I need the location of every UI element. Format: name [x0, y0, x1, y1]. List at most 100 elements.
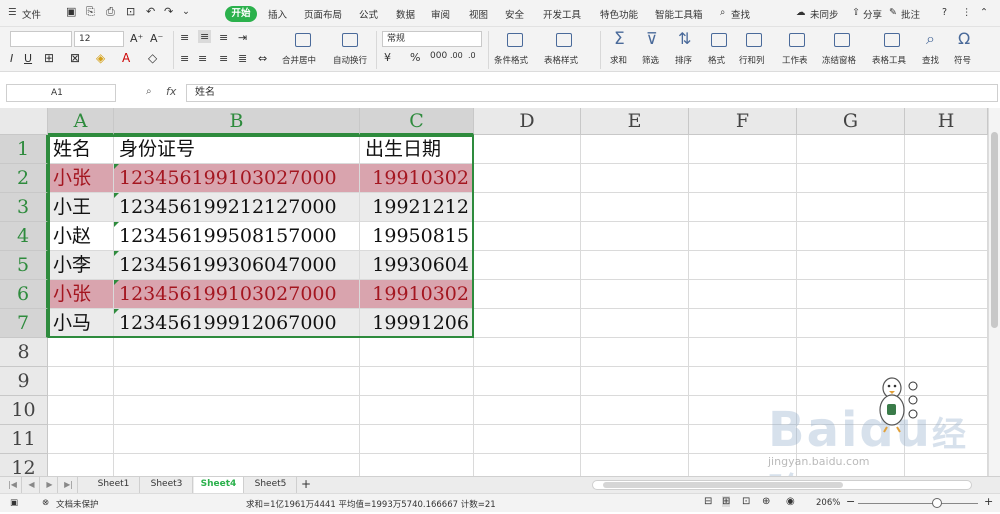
empty-cell[interactable]: [581, 425, 689, 454]
empty-cell[interactable]: [797, 338, 905, 367]
empty-cell[interactable]: [905, 193, 988, 222]
row-header[interactable]: 8: [0, 338, 48, 367]
empty-cell[interactable]: [114, 425, 360, 454]
menu-file[interactable]: 文件: [22, 7, 41, 21]
birth-cell[interactable]: 19991206: [360, 309, 474, 338]
empty-cell[interactable]: [797, 309, 905, 338]
add-sheet-button[interactable]: +: [298, 477, 314, 493]
cloud-icon[interactable]: ☁: [796, 7, 806, 18]
align-top-icon[interactable]: ≡: [180, 31, 189, 44]
empty-cell[interactable]: [797, 280, 905, 309]
align-left-icon[interactable]: ≡: [180, 52, 189, 65]
conditional-format-icon[interactable]: [507, 33, 523, 47]
birth-cell[interactable]: 19910302: [360, 280, 474, 309]
help-icon[interactable]: ?: [942, 7, 947, 18]
tab-developer[interactable]: 开发工具: [543, 7, 581, 21]
row-header[interactable]: 10: [0, 396, 48, 425]
format-button[interactable]: 格式: [708, 54, 725, 66]
empty-cell[interactable]: [689, 367, 797, 396]
id-cell[interactable]: 123456199103027000: [114, 280, 360, 309]
row-header[interactable]: 2: [0, 164, 48, 193]
empty-cell[interactable]: [474, 135, 581, 164]
fill-color-icon[interactable]: ◈: [96, 51, 105, 65]
empty-cell[interactable]: [581, 280, 689, 309]
name-cell[interactable]: 小赵: [48, 222, 114, 251]
thousands-icon[interactable]: 000: [430, 51, 447, 61]
percent-icon[interactable]: %: [410, 51, 420, 64]
empty-cell[interactable]: [474, 251, 581, 280]
preview-icon[interactable]: ⊡: [126, 5, 135, 18]
empty-cell[interactable]: [905, 164, 988, 193]
zoom-slider[interactable]: [858, 503, 978, 504]
add-decimal-icon[interactable]: .00: [450, 51, 463, 60]
empty-cell[interactable]: [474, 280, 581, 309]
empty-cell[interactable]: [905, 135, 988, 164]
birth-header-cell[interactable]: 出生日期: [360, 135, 474, 164]
find-button[interactable]: 查找: [922, 54, 939, 66]
font-size-select[interactable]: 12: [74, 31, 124, 47]
empty-cell[interactable]: [474, 367, 581, 396]
empty-cell[interactable]: [474, 454, 581, 476]
empty-cell[interactable]: [474, 396, 581, 425]
empty-cell[interactable]: [797, 222, 905, 251]
merge-center-icon[interactable]: [295, 33, 311, 47]
first-sheet-icon[interactable]: |◀: [4, 477, 22, 493]
filter-button[interactable]: 筛选: [642, 54, 659, 66]
empty-cell[interactable]: [581, 164, 689, 193]
empty-cell[interactable]: [360, 396, 474, 425]
tab-special[interactable]: 特色功能: [600, 7, 638, 21]
empty-cell[interactable]: [581, 251, 689, 280]
search-icon[interactable]: ⌕: [720, 7, 725, 18]
empty-cell[interactable]: [474, 222, 581, 251]
row-header[interactable]: 6: [0, 280, 48, 309]
empty-cell[interactable]: [581, 367, 689, 396]
empty-cell[interactable]: [581, 309, 689, 338]
export-icon[interactable]: ⎘: [86, 5, 95, 19]
tab-page-layout[interactable]: 页面布局: [304, 7, 342, 21]
tab-smart-toolbox[interactable]: 智能工具箱: [655, 7, 703, 21]
empty-cell[interactable]: [797, 251, 905, 280]
empty-cell[interactable]: [581, 135, 689, 164]
currency-icon[interactable]: ¥: [384, 51, 391, 64]
empty-cell[interactable]: [360, 367, 474, 396]
last-sheet-icon[interactable]: ▶|: [60, 477, 78, 493]
empty-cell[interactable]: [114, 338, 360, 367]
view-break-icon[interactable]: ⊡: [742, 496, 750, 507]
indent-icon[interactable]: ⇥: [238, 31, 247, 44]
format-icon[interactable]: [711, 33, 727, 47]
align-right-icon[interactable]: ≡: [219, 52, 228, 65]
empty-cell[interactable]: [114, 396, 360, 425]
table-style-icon[interactable]: [556, 33, 572, 47]
sheet-tab-active[interactable]: Sheet4: [194, 477, 244, 493]
prev-sheet-icon[interactable]: ◀: [24, 477, 40, 493]
empty-cell[interactable]: [689, 280, 797, 309]
freeze-icon[interactable]: [834, 33, 850, 47]
shrink-font-icon[interactable]: A⁻: [150, 32, 163, 45]
vertical-scroll-thumb[interactable]: [991, 132, 998, 328]
table-tools-icon[interactable]: [884, 33, 900, 47]
vertical-scrollbar[interactable]: [988, 108, 1000, 476]
birth-cell[interactable]: 19910302: [360, 164, 474, 193]
empty-cell[interactable]: [581, 222, 689, 251]
conditional-format-button[interactable]: 条件格式: [494, 54, 528, 66]
empty-cell[interactable]: [474, 309, 581, 338]
empty-cell[interactable]: [797, 164, 905, 193]
tab-insert[interactable]: 插入: [268, 7, 287, 21]
empty-cell[interactable]: [360, 454, 474, 476]
font-color-icon[interactable]: A: [122, 51, 130, 65]
merge-center-button[interactable]: 合并居中: [282, 54, 316, 66]
view-layout-icon[interactable]: ⊕: [762, 496, 770, 507]
column-header[interactable]: F: [689, 108, 797, 135]
zoom-out-icon[interactable]: −: [846, 495, 855, 508]
column-header[interactable]: H: [905, 108, 988, 135]
tab-security[interactable]: 安全: [505, 7, 524, 21]
id-header-cell[interactable]: 身份证号: [114, 135, 360, 164]
name-box[interactable]: A1: [6, 84, 116, 102]
empty-cell[interactable]: [905, 280, 988, 309]
empty-cell[interactable]: [689, 193, 797, 222]
sort-button[interactable]: 排序: [675, 54, 692, 66]
empty-cell[interactable]: [581, 454, 689, 476]
empty-cell[interactable]: [581, 396, 689, 425]
name-header-cell[interactable]: 姓名: [48, 135, 114, 164]
id-cell[interactable]: 123456199912067000: [114, 309, 360, 338]
